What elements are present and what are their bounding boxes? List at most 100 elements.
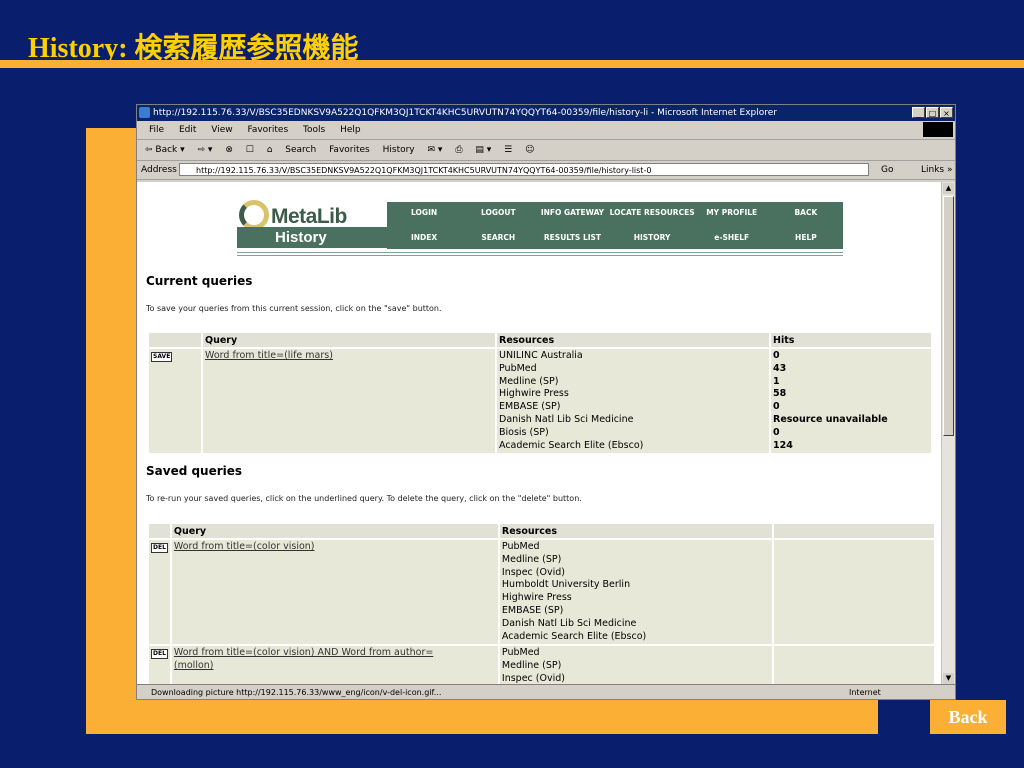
close-button[interactable]: × <box>940 107 953 118</box>
refresh-button[interactable]: ☐ <box>246 145 254 155</box>
nav-login[interactable]: LOGIN <box>387 202 461 223</box>
table-header-row: Query Resources <box>149 524 934 538</box>
table-row: SAVE Word from title=(life mars) UNILINC… <box>149 349 931 454</box>
toolbar: ⇦ Back ▾ ⇨ ▾ ⊗ ☐ ⌂ Search Favorites Hist… <box>137 140 955 161</box>
menu-help[interactable]: Help <box>340 125 361 135</box>
nav-locate-resources[interactable]: LOCATE RESOURCES <box>610 202 695 223</box>
back-button[interactable]: ⇦ Back ▾ <box>145 145 185 155</box>
menu-file[interactable]: File <box>149 125 164 135</box>
stop-button[interactable]: ⊗ <box>225 145 233 155</box>
links-button[interactable]: Links » <box>921 161 953 179</box>
logo-text: MetaLib <box>271 205 347 228</box>
nav-history[interactable]: HISTORY <box>610 227 695 248</box>
table-header-row: Query Resources Hits <box>149 333 931 347</box>
header-blank <box>773 524 934 538</box>
nav-info-gateway[interactable]: INFO GATEWAY <box>535 202 609 223</box>
metalib-swirl-icon <box>239 200 269 230</box>
metalib-logo: MetaLib History <box>237 200 387 249</box>
menu-favorites[interactable]: Favorites <box>247 125 288 135</box>
scroll-down-arrow[interactable]: ▼ <box>943 673 954 684</box>
save-button[interactable]: SAVE <box>151 352 173 362</box>
nav-logout[interactable]: LOGOUT <box>461 202 535 223</box>
window-controls: _ □ × <box>912 107 953 118</box>
header-query: Query <box>171 524 498 538</box>
delete-cell: DEL <box>149 646 170 685</box>
minimize-button[interactable]: _ <box>912 107 925 118</box>
history-button[interactable]: History <box>383 145 415 155</box>
nav-index[interactable]: INDEX <box>387 227 461 248</box>
go-button[interactable]: Go <box>881 161 893 179</box>
saved-queries-table: Query Resources DEL Word from title=(col… <box>147 522 936 685</box>
header-action <box>149 333 201 347</box>
discuss-button[interactable]: ☰ <box>504 145 512 155</box>
status-text: Downloading picture http://192.115.76.33… <box>151 688 442 697</box>
mail-button[interactable]: ✉ ▾ <box>428 145 443 155</box>
nav-e-shelf[interactable]: e-SHELF <box>695 227 769 248</box>
blank-cell <box>773 646 934 685</box>
ie-icon <box>139 107 150 118</box>
window-title: http://192.115.76.33/V/BSC35EDNKSV9A522Q… <box>153 108 778 118</box>
query-cell: Word from title=(color vision) AND Word … <box>171 646 498 685</box>
query-link[interactable]: Word from title=(color vision) AND Word … <box>174 647 433 671</box>
edit-button[interactable]: ▤ ▾ <box>475 145 491 155</box>
header-resources: Resources <box>497 333 769 347</box>
metalib-banner: MetaLib History LOGIN LOGOUT INFO GATEWA… <box>237 200 843 256</box>
menu-edit[interactable]: Edit <box>179 125 196 135</box>
header-query: Query <box>203 333 495 347</box>
resources-cell: PubMed Medline (SP) Inspec (Ovid) <box>499 646 772 685</box>
browser-window: http://192.115.76.33/V/BSC35EDNKSV9A522Q… <box>136 104 956 700</box>
windows-logo-icon <box>923 122 953 137</box>
header-resources: Resources <box>499 524 772 538</box>
metalib-nav: LOGIN LOGOUT INFO GATEWAY LOCATE RESOURC… <box>387 202 843 249</box>
security-zone: Internet <box>849 688 881 697</box>
nav-results-list[interactable]: RESULTS LIST <box>535 227 609 248</box>
vertical-scrollbar[interactable]: ▲ ▼ <box>941 182 955 685</box>
address-bar: Address http://192.115.76.33/V/BSC35EDNK… <box>137 161 955 180</box>
address-label: Address <box>141 165 177 175</box>
window-title-bar: http://192.115.76.33/V/BSC35EDNKSV9A522Q… <box>137 105 955 121</box>
query-link[interactable]: Word from title=(color vision) <box>174 541 315 552</box>
status-bar: Downloading picture http://192.115.76.33… <box>137 684 955 699</box>
search-button[interactable]: Search <box>285 145 316 155</box>
hits-cell: 0 43 1 58 0 Resource unavailable 0 124 <box>771 349 931 454</box>
title-underline <box>0 60 1024 68</box>
favorites-button[interactable]: Favorites <box>329 145 370 155</box>
messenger-button[interactable]: ☺ <box>525 145 534 155</box>
home-button[interactable]: ⌂ <box>267 145 273 155</box>
header-action <box>149 524 170 538</box>
banner-rule <box>237 252 843 253</box>
logo-subtitle: History <box>275 229 327 246</box>
nav-my-profile[interactable]: MY PROFILE <box>695 202 769 223</box>
address-input[interactable]: http://192.115.76.33/V/BSC35EDNKSV9A522Q… <box>179 163 869 176</box>
banner-rule-2 <box>237 255 843 256</box>
logo-subtitle-bar: History <box>237 227 387 248</box>
delete-cell: DEL <box>149 540 170 645</box>
current-queries-table: Query Resources Hits SAVE Word from titl… <box>147 331 933 455</box>
save-cell: SAVE <box>149 349 201 454</box>
forward-button[interactable]: ⇨ ▾ <box>198 145 213 155</box>
scroll-up-arrow[interactable]: ▲ <box>943 183 954 194</box>
menu-view[interactable]: View <box>211 125 232 135</box>
header-hits: Hits <box>771 333 931 347</box>
table-row: DEL Word from title=(color vision) PubMe… <box>149 540 934 645</box>
nav-back[interactable]: BACK <box>769 202 843 223</box>
query-cell: Word from title=(life mars) <box>203 349 495 454</box>
table-row: DEL Word from title=(color vision) AND W… <box>149 646 934 685</box>
menu-tools[interactable]: Tools <box>303 125 325 135</box>
blank-cell <box>773 540 934 645</box>
saved-queries-heading: Saved queries <box>146 464 243 478</box>
scroll-thumb[interactable] <box>943 196 954 436</box>
maximize-button[interactable]: □ <box>926 107 939 118</box>
print-button[interactable]: ⎙ <box>455 145 462 155</box>
page-viewport: MetaLib History LOGIN LOGOUT INFO GATEWA… <box>137 182 943 685</box>
resources-cell: PubMed Medline (SP) Inspec (Ovid) Humbol… <box>499 540 772 645</box>
resources-cell: UNILINC Australia PubMed Medline (SP) Hi… <box>497 349 769 454</box>
delete-button[interactable]: DEL <box>151 543 168 553</box>
nav-search[interactable]: SEARCH <box>461 227 535 248</box>
query-link[interactable]: Word from title=(life mars) <box>205 350 333 361</box>
slide-back-button[interactable]: Back <box>930 700 1006 734</box>
saved-queries-instructions: To re-run your saved queries, click on t… <box>146 494 582 503</box>
delete-button[interactable]: DEL <box>151 649 168 660</box>
nav-help[interactable]: HELP <box>769 227 843 248</box>
current-queries-instructions: To save your queries from this current s… <box>146 304 442 313</box>
